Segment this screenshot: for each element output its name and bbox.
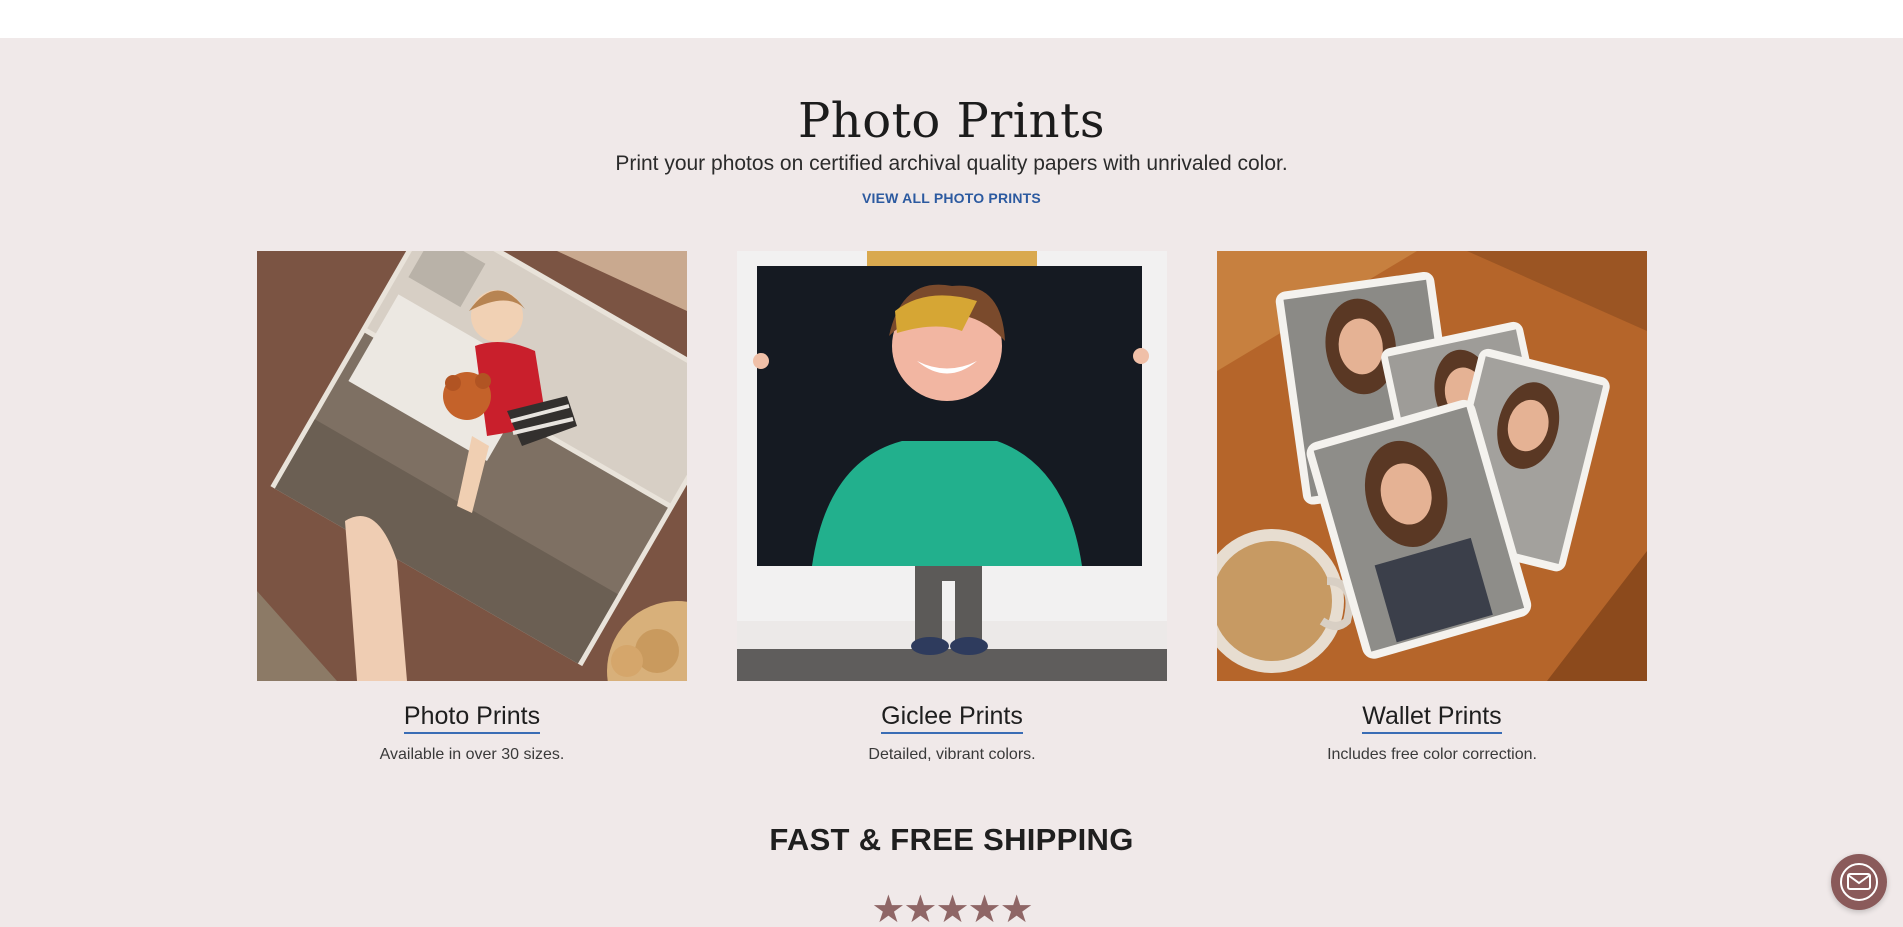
view-all-container: VIEW ALL PHOTO PRINTS	[0, 190, 1903, 206]
product-image-photo-prints[interactable]	[257, 251, 687, 681]
view-all-photo-prints-link[interactable]: VIEW ALL PHOTO PRINTS	[862, 190, 1041, 206]
rating-stars: ★★★★★	[871, 889, 1033, 927]
photo-prints-section: Photo Prints Print your photos on certif…	[0, 38, 1903, 927]
chat-button[interactable]	[1831, 854, 1887, 910]
page-title: Photo Prints	[798, 93, 1105, 149]
product-card-wallet-prints[interactable]: Wallet Prints Includes free color correc…	[1217, 251, 1647, 764]
shipping-heading: FAST & FREE SHIPPING	[769, 822, 1134, 857]
product-description-giclee-prints: Detailed, vibrant colors.	[868, 746, 1036, 763]
product-name-giclee-prints[interactable]: Giclee Prints	[881, 701, 1023, 734]
top-bar	[0, 0, 1903, 38]
product-card-photo-prints[interactable]: Photo Prints Available in over 30 sizes.	[257, 251, 687, 764]
product-card-giclee-prints[interactable]: Giclee Prints Detailed, vibrant colors.	[737, 251, 1167, 764]
product-image-giclee-prints[interactable]	[737, 251, 1167, 681]
product-image-wallet-prints[interactable]	[1217, 251, 1647, 681]
product-description-photo-prints: Available in over 30 sizes.	[379, 746, 565, 763]
page-subtitle: Print your photos on certified archival …	[615, 152, 1288, 175]
product-description-wallet-prints: Includes free color correction.	[1327, 746, 1537, 763]
product-name-photo-prints[interactable]: Photo Prints	[403, 701, 541, 734]
envelope-icon	[1840, 863, 1878, 901]
product-name-wallet-prints[interactable]: Wallet Prints	[1362, 701, 1502, 734]
